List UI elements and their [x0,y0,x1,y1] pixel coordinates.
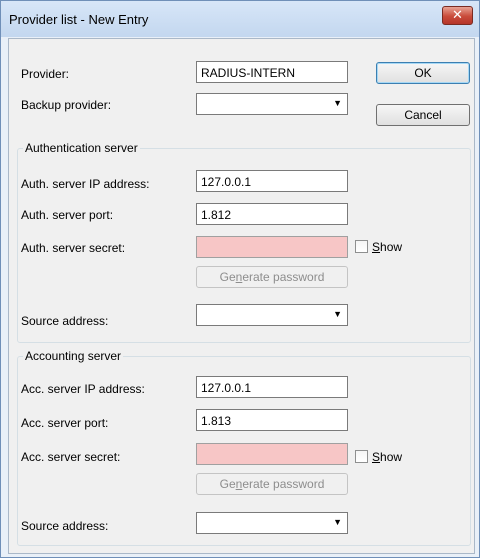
close-button[interactable]: ✕ [442,6,473,25]
provider-input[interactable]: RADIUS-INTERN [196,61,348,83]
auth-show-label[interactable]: Show [372,240,402,254]
provider-value: RADIUS-INTERN [201,66,296,80]
auth-secret-input[interactable] [196,236,348,258]
acc-ip-label: Acc. server IP address: [21,382,145,396]
acc-show-label[interactable]: Show [372,450,402,464]
close-icon: ✕ [452,8,463,23]
acc-port-label: Acc. server port: [21,416,109,430]
acc-ip-input[interactable]: 127.0.0.1 [196,376,348,398]
acc-show-checkbox[interactable] [355,450,368,463]
acc-source-address-select[interactable]: ▼ [196,512,348,534]
ok-button[interactable]: OK [376,62,470,84]
title-bar[interactable]: Provider list - New Entry ✕ [1,1,479,37]
acc-secret-label: Acc. server secret: [21,450,121,464]
acc-generate-password-button[interactable]: Generate password [196,473,348,495]
acc-ip-value: 127.0.0.1 [201,381,252,395]
acc-source-address-label: Source address: [21,519,109,533]
auth-ip-value: 127.0.0.1 [201,175,252,189]
auth-secret-label: Auth. server secret: [21,241,126,255]
chevron-down-icon: ▼ [333,517,342,527]
backup-provider-select[interactable]: ▼ [196,93,348,115]
acc-port-value: 1.813 [201,414,232,428]
dialog-window: Provider list - New Entry ✕ Provider: RA… [0,0,480,558]
auth-generate-password-button[interactable]: Generate password [196,266,348,288]
auth-source-address-label: Source address: [21,314,109,328]
auth-show-checkbox[interactable] [355,240,368,253]
auth-ip-input[interactable]: 127.0.0.1 [196,170,348,192]
auth-port-value: 1.812 [201,208,232,222]
auth-port-input[interactable]: 1.812 [196,203,348,225]
accounting-server-group-title: Accounting server [23,349,124,363]
acc-port-input[interactable]: 1.813 [196,409,348,431]
dialog-client-area: Provider: RADIUS-INTERN Backup provider:… [8,38,475,554]
provider-label: Provider: [21,67,70,81]
chevron-down-icon: ▼ [333,309,342,319]
auth-port-label: Auth. server port: [21,208,114,222]
backup-provider-label: Backup provider: [21,98,112,112]
chevron-down-icon: ▼ [333,98,342,108]
cancel-button[interactable]: Cancel [376,104,470,126]
auth-ip-label: Auth. server IP address: [21,177,150,191]
auth-source-address-select[interactable]: ▼ [196,304,348,326]
acc-secret-input[interactable] [196,443,348,465]
authentication-server-group-title: Authentication server [23,141,140,155]
window-title: Provider list - New Entry [9,12,149,27]
